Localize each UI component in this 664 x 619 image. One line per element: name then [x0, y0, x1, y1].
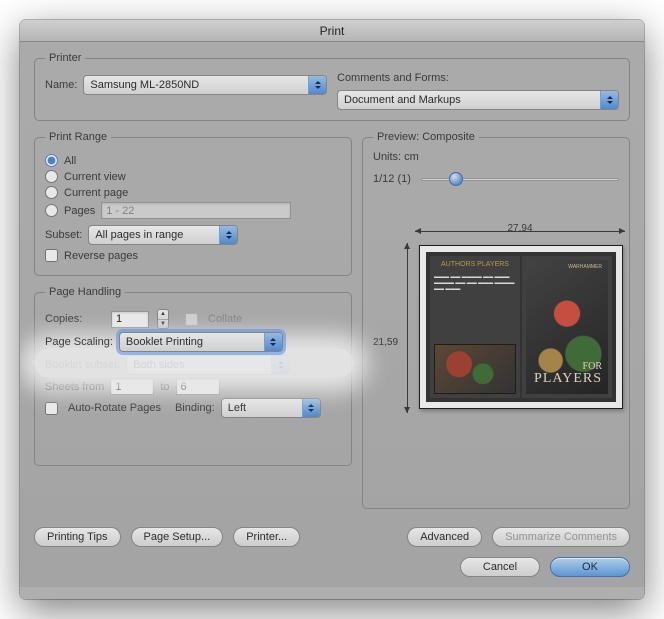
comments-label: Comments and Forms: [337, 72, 619, 84]
preview-legend: Preview: Composite [373, 131, 479, 143]
range-current-view-label: Current view [64, 171, 126, 183]
summarize-comments-button: Summarize Comments [492, 527, 630, 547]
printer-name-select[interactable]: Samsung ML-2850ND [83, 75, 327, 95]
collate-checkbox [185, 313, 198, 326]
printer-group: Printer Name: Samsung ML-2850ND Comments… [34, 52, 630, 121]
comments-select[interactable]: Document and Markups [337, 90, 619, 110]
sheets-from-input[interactable] [110, 378, 154, 395]
binding-label: Binding: [175, 402, 215, 414]
subset-label: Subset: [45, 229, 82, 241]
cancel-button[interactable]: Cancel [460, 557, 540, 577]
range-legend: Print Range [45, 131, 111, 143]
copies-stepper[interactable]: ▲▼ [157, 309, 169, 329]
preview-slider[interactable] [421, 171, 619, 187]
page-scaling-select[interactable]: Booklet Printing [119, 332, 283, 352]
window-title: Print [20, 20, 644, 42]
printer-legend: Printer [45, 52, 85, 64]
preview-height: 21,59 [373, 257, 398, 427]
range-current-view-radio[interactable] [45, 170, 58, 183]
range-current-page-label: Current page [64, 187, 128, 199]
range-current-page-radio[interactable] [45, 186, 58, 199]
reverse-pages-label: Reverse pages [64, 250, 138, 262]
printer-button[interactable]: Printer... [233, 527, 300, 547]
advanced-button[interactable]: Advanced [407, 527, 482, 547]
range-pages-label: Pages [64, 205, 95, 217]
copies-label: Copies: [45, 313, 105, 325]
scaling-label: Page Scaling: [45, 336, 113, 348]
binding-select[interactable]: Left [221, 398, 321, 418]
preview-width: 27,94 [415, 223, 625, 234]
collate-label: Collate [208, 313, 242, 325]
page-setup-button[interactable]: Page Setup... [131, 527, 224, 547]
preview-pane2-line2: PLAYERS [534, 372, 602, 386]
printing-tips-button[interactable]: Printing Tips [34, 527, 121, 547]
preview-canvas: 27,94 21,59 AUTHORS PLAYERS ▬▬▬ ▬▬ ▬▬▬▬ … [373, 217, 619, 527]
preview-page: AUTHORS PLAYERS ▬▬▬ ▬▬ ▬▬▬▬ ▬▬ ▬▬▬ ▬▬▬▬ … [419, 245, 623, 409]
print-dialog: Print Printer Name: Samsung ML-2850ND Co… [20, 20, 644, 599]
preview-units: Units: cm [373, 151, 619, 163]
sheets-to-label: to [160, 381, 169, 393]
reverse-pages-checkbox[interactable] [45, 249, 58, 262]
booklet-subset-label: Booklet subset: [45, 359, 120, 371]
auto-rotate-label: Auto-Rotate Pages [68, 402, 161, 414]
sheets-from-label: Sheets from [45, 381, 104, 393]
page-handling-group: Page Handling Copies: ▲▼ Collate Page Sc… [34, 286, 352, 466]
range-pages-radio[interactable] [45, 204, 58, 217]
sheets-to-input[interactable] [176, 378, 220, 395]
range-pages-input[interactable] [101, 202, 291, 219]
preview-group: Preview: Composite Units: cm 1/12 (1) 27… [362, 131, 630, 509]
preview-pane2-top: WARHAMMER [568, 264, 602, 270]
preview-counter: 1/12 (1) [373, 173, 411, 185]
range-all-label: All [64, 155, 76, 167]
preview-pane1-header: AUTHORS PLAYERS [430, 262, 520, 268]
range-all-radio[interactable] [45, 154, 58, 167]
ok-button[interactable]: OK [550, 557, 630, 577]
subset-select[interactable]: All pages in range [88, 225, 238, 245]
name-label: Name: [45, 79, 77, 91]
booklet-subset-select[interactable]: Both sides [126, 355, 290, 375]
handling-legend: Page Handling [45, 286, 125, 298]
auto-rotate-checkbox[interactable] [45, 402, 58, 415]
copies-input[interactable] [111, 311, 149, 328]
print-range-group: Print Range All Current view Current pag… [34, 131, 352, 276]
